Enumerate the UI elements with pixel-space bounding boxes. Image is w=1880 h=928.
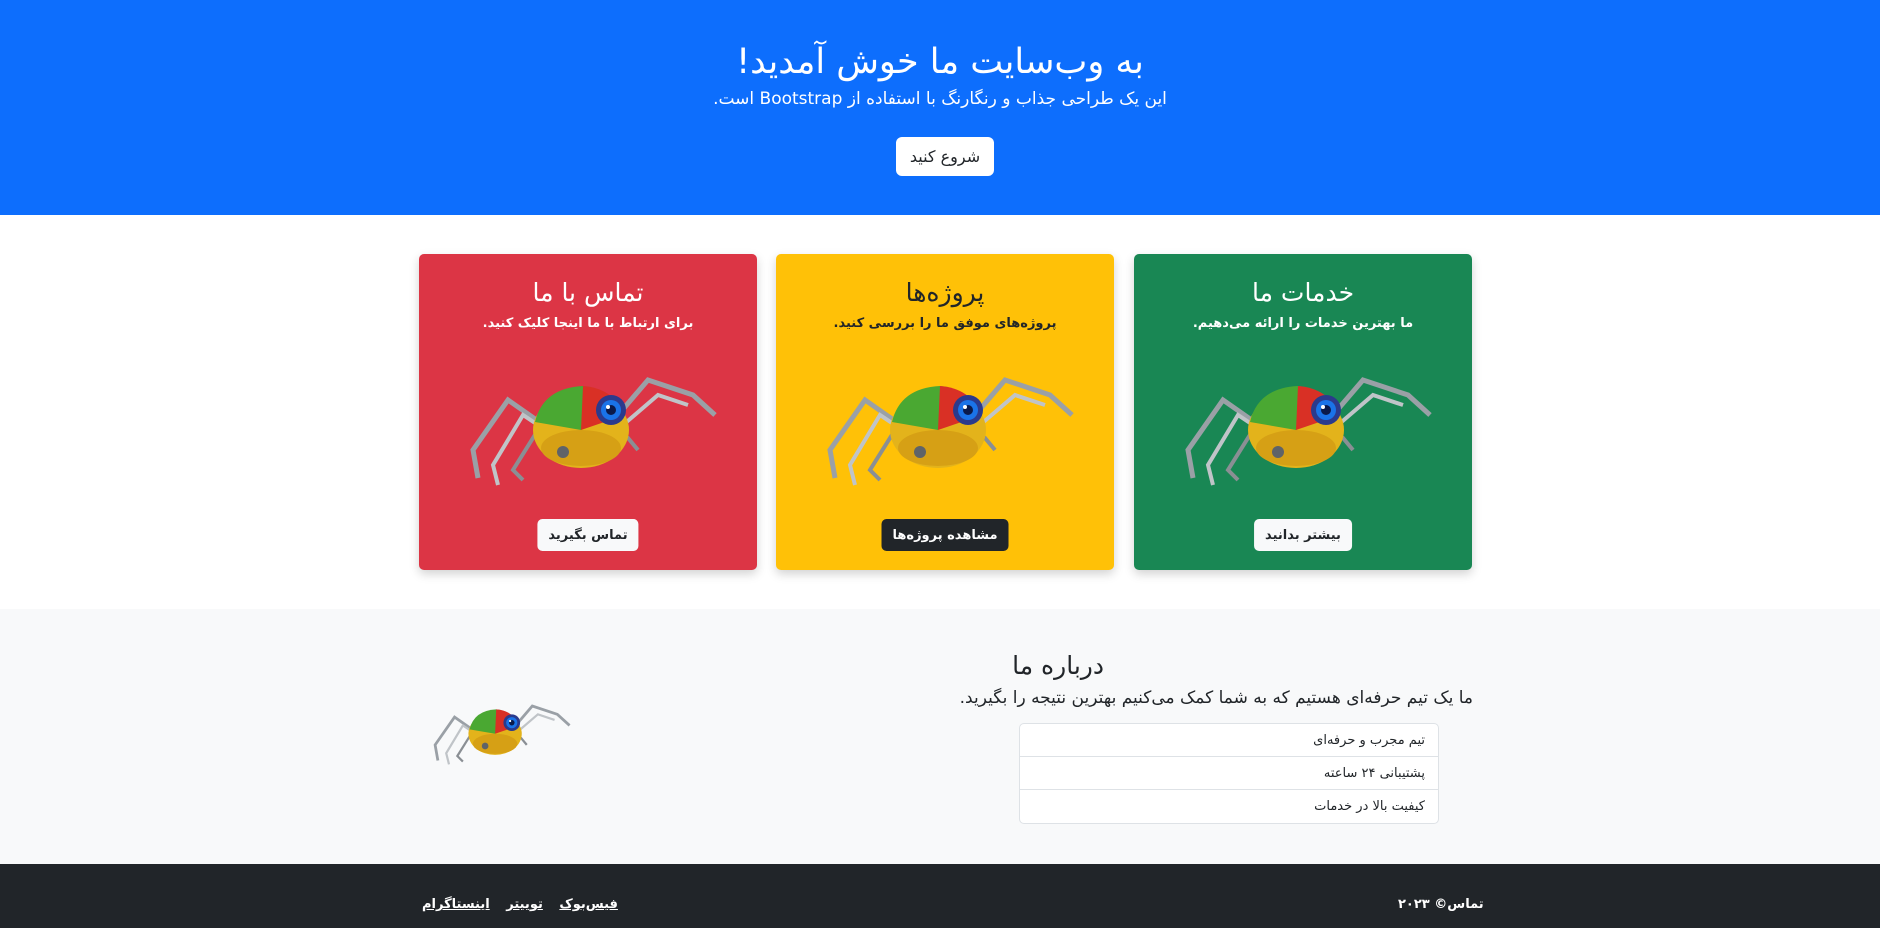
instagram-link[interactable]: اینستاگرام — [422, 897, 490, 912]
card-services-title: خدمات ما — [1251, 278, 1355, 307]
hero-subtitle: این یک طراحی جذاب و رنگارنگ با استفاده ا… — [713, 89, 1167, 109]
list-item: پشتیبانی ۲۴ ساعته — [1020, 757, 1438, 790]
footer-social-links: فیس‌بوک توییتر اینستاگرام — [410, 897, 618, 912]
card-services-text: ما بهترین خدمات را ارائه می‌دهیم. — [1192, 316, 1414, 331]
list-item: تیم مجرب و حرفه‌ای — [1020, 724, 1438, 757]
card-contact-title: تماس با ما — [532, 278, 644, 307]
card-projects-text: پروژه‌های موفق ما را بررسی کنید. — [833, 316, 1057, 331]
contact-us-button[interactable]: تماس بگیرید — [537, 519, 639, 551]
about-lead: ما یک تیم حرفه‌ای هستیم که به شما کمک می… — [959, 688, 1473, 708]
card-projects-title: پروژه‌ها — [905, 278, 985, 307]
hero-title: به وب‌سایت ما خوش آمدید! — [736, 42, 1144, 82]
card-services: خدمات ما ما بهترین خدمات را ارائه می‌دهی… — [1134, 254, 1472, 570]
hero-section: به وب‌سایت ما خوش آمدید! این یک طراحی جذ… — [0, 0, 1880, 215]
learn-more-button[interactable]: بیشتر بدانید — [1254, 519, 1352, 551]
get-started-button[interactable]: شروع کنید — [896, 137, 994, 176]
card-contact-text: برای ارتباط با ما اینجا کلیک کنید. — [482, 316, 694, 331]
robot-spider-image — [1168, 360, 1438, 490]
view-projects-button[interactable]: مشاهده پروژه‌ها — [881, 519, 1009, 551]
about-features-list: تیم مجرب و حرفه‌ای پشتیبانی ۲۴ ساعته کیف… — [1019, 723, 1439, 824]
about-section: درباره ما ما یک تیم حرفه‌ای هستیم که به … — [0, 609, 1880, 864]
footer-copyright: تماس© ۲۰۲۳ — [1398, 897, 1484, 912]
card-contact: تماس با ما برای ارتباط با ما اینجا کلیک … — [419, 254, 757, 570]
robot-spider-image — [453, 360, 723, 490]
facebook-link[interactable]: فیس‌بوک — [559, 897, 618, 912]
robot-spider-image — [433, 704, 571, 766]
footer: تماس© ۲۰۲۳ فیس‌بوک توییتر اینستاگرام — [0, 864, 1880, 928]
card-projects: پروژه‌ها پروژه‌های موفق ما را بررسی کنید… — [776, 254, 1114, 570]
robot-spider-image — [810, 360, 1080, 490]
list-item: کیفیت بالا در خدمات — [1314, 799, 1425, 814]
about-title: درباره ما — [1012, 651, 1104, 680]
twitter-link[interactable]: توییتر — [506, 897, 543, 912]
